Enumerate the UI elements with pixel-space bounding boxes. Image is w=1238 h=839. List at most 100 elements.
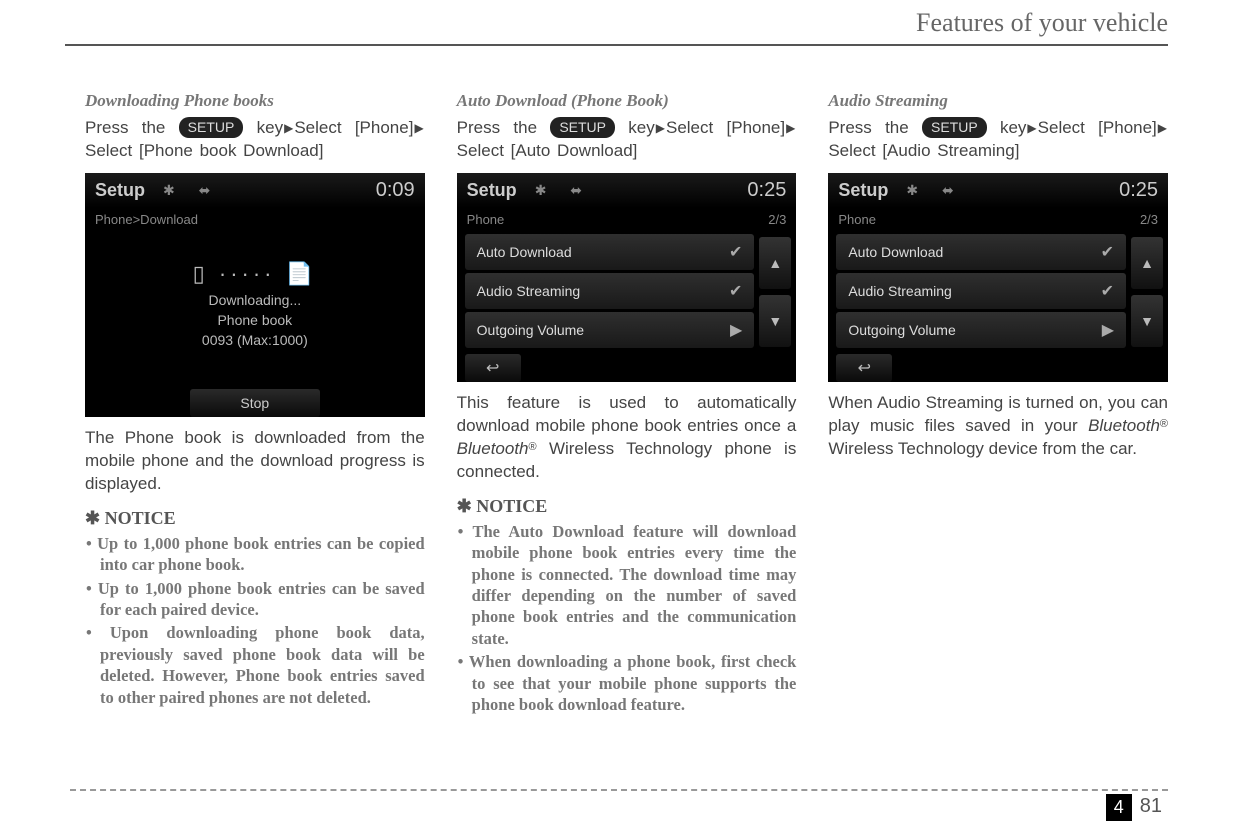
text: key [628,118,654,137]
triangle-icon: ▶ [1158,120,1167,136]
notice-item: Up to 1,000 phone book entries can be sa… [85,578,425,621]
screen-titlebar: Setup ✱ ⬌ 0:09 [85,173,425,208]
setup-button-label: SETUP [550,117,615,138]
back-button[interactable]: ↩ [465,354,521,382]
menu-row-audio-streaming[interactable]: Audio Streaming✔ [836,273,1126,309]
screen-title: Setup [838,180,888,201]
notice-heading: ✱ NOTICE [85,508,425,529]
screen-titlebar: Setup ✱ ⬌ 0:25 [457,173,797,208]
status-icons: ✱ ⬌ [163,182,220,199]
registered-icon: ® [1160,418,1168,430]
notice-list: Up to 1,000 phone book entries can be co… [85,533,425,709]
col2-instruction: Press the SETUP key▶Select [Phone]▶Selec… [457,117,797,163]
check-icon: ✔ [729,242,742,262]
dl-line1: Downloading... [209,292,302,308]
text: Select [Phone] [294,118,413,137]
section-number: 4 [1106,794,1132,821]
back-button[interactable]: ↩ [836,354,892,382]
chevron-right-icon: ▶ [730,320,742,340]
row-label: Audio Streaming [477,283,581,299]
text: Press the [828,118,922,137]
check-icon: ✔ [1101,281,1114,301]
setup-button-label: SETUP [922,117,987,138]
col3-after-text: When Audio Streaming is turned on, you c… [828,392,1168,461]
notice-heading: ✱ NOTICE [457,496,797,517]
text: Select [Audio Streaming] [828,141,1019,160]
screen-title: Setup [95,180,145,201]
text: key [1000,118,1026,137]
download-icons: ▯ ····· 📄 [193,261,317,287]
menu-row-auto-download[interactable]: Auto Download ✔ [836,234,1126,270]
text: Select [Auto Download] [457,141,638,160]
notice-item: Up to 1,000 phone book entries can be co… [85,533,425,576]
page-indicator: 2/3 [768,212,786,227]
notice-item: When downloading a phone book, first che… [457,651,797,715]
stop-button[interactable]: Stop [190,389,320,417]
status-icons: ✱ ⬌ [535,182,592,199]
notice-list: The Auto Download feature will download … [457,521,797,716]
text: This feature is used to automatically do… [457,393,797,435]
column-3: Audio Streaming Press the SETUP key▶Sele… [828,91,1168,718]
menu-row-auto-download[interactable]: Auto Download ✔ [465,234,755,270]
triangle-icon: ▶ [284,120,293,136]
text: Press the [85,118,179,137]
text: Wireless Technology device from the car. [828,439,1137,458]
bluetooth-word: Bluetooth [457,439,529,458]
scroll-up-button[interactable]: ▲ [1131,237,1163,289]
breadcrumb: Phone>Download [85,208,425,231]
row-label: Auto Download [477,244,572,260]
screenshot-audiostreaming: Setup ✱ ⬌ 0:25 Phone 2/3 ▲ ▼ Auto Downlo… [828,173,1168,382]
screenshot-download: Setup ✱ ⬌ 0:09 Phone>Download ▯ ····· 📄 … [85,173,425,417]
text: Select [Phone] [666,118,785,137]
row-label: Outgoing Volume [848,322,955,338]
clock: 0:25 [1119,179,1158,202]
header-title: Features of your vehicle [85,8,1168,38]
download-body: ▯ ····· 📄 Downloading... Phone book 0093… [85,231,425,381]
screenshot-autodownload: Setup ✱ ⬌ 0:25 Phone 2/3 ▲ ▼ Auto Downlo… [457,173,797,382]
check-icon: ✔ [729,281,742,301]
status-icons: ✱ ⬌ [906,182,963,199]
triangle-icon: ▶ [656,120,665,136]
screen-titlebar: Setup ✱ ⬌ 0:25 [828,173,1168,208]
col2-heading: Auto Download (Phone Book) [457,91,797,111]
menu-row-audio-streaming[interactable]: Audio Streaming ✔ [465,273,755,309]
notice-item: The Auto Download feature will download … [457,521,797,650]
header-rule [65,44,1168,46]
clock: 0:25 [747,179,786,202]
breadcrumb-text: Phone [838,212,876,227]
menu-row-outgoing-volume[interactable]: Outgoing Volume ▶ [465,312,755,348]
scroll-down-button[interactable]: ▼ [759,295,791,347]
row-label: Outgoing Volume [477,322,584,338]
page-number: 81 [1134,792,1168,821]
col1-instruction: Press the SETUP key▶Select [Phone]▶Selec… [85,117,425,163]
scroll-up-button[interactable]: ▲ [759,237,791,289]
bluetooth-word: Bluetooth [1088,416,1160,435]
text: Select [Phone] [1038,118,1157,137]
col1-heading: Downloading Phone books [85,91,425,111]
triangle-icon: ▶ [1027,120,1036,136]
triangle-icon: ▶ [414,120,423,136]
screen-title: Setup [467,180,517,201]
dl-line2: Phone book [217,312,292,328]
page-footer: 4 81 [70,789,1168,821]
clock: 0:09 [376,179,415,202]
text: Select [Phone book Download] [85,141,324,160]
column-1: Downloading Phone books Press the SETUP … [85,91,425,718]
scroll-down-button[interactable]: ▼ [1131,295,1163,347]
setup-button-label: SETUP [179,117,244,138]
col3-instruction: Press the SETUP key▶Select [Phone]▶Selec… [828,117,1168,163]
col2-after-text: This feature is used to automatically do… [457,392,797,484]
breadcrumb: Phone 2/3 [457,208,797,231]
breadcrumb-text: Phone>Download [95,212,198,227]
col3-heading: Audio Streaming [828,91,1168,111]
page-indicator: 2/3 [1140,212,1158,227]
notice-item: Upon downloading phone book data, previo… [85,622,425,708]
row-label: Auto Download [848,244,943,260]
menu-row-outgoing-volume[interactable]: Outgoing Volume ▶ [836,312,1126,348]
column-2: Auto Download (Phone Book) Press the SET… [457,91,797,718]
col1-after-text: The Phone book is downloaded from the mo… [85,427,425,496]
check-icon: ✔ [1101,242,1114,262]
registered-icon: ® [529,441,537,453]
chevron-right-icon: ▶ [1102,320,1114,340]
breadcrumb: Phone 2/3 [828,208,1168,231]
